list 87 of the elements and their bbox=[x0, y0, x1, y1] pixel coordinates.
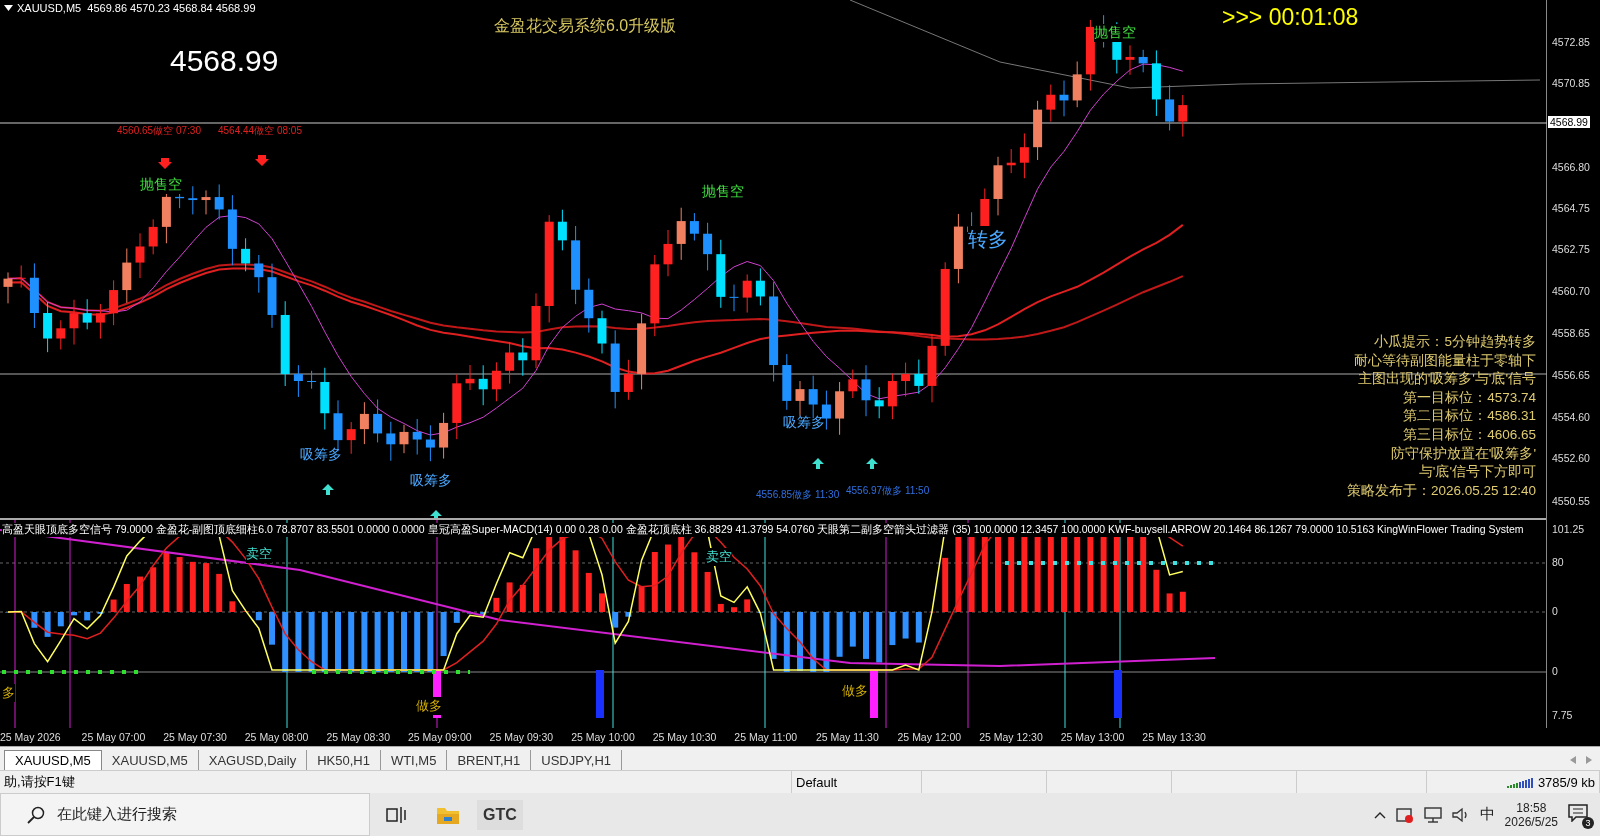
signal-label: 抛售空 bbox=[702, 183, 744, 201]
price-label: 4572.85 bbox=[1552, 36, 1590, 48]
strategy-note: 小瓜提示：5分钟趋势转多 bbox=[1373, 333, 1536, 351]
strategy-note: 第一目标位：4573.74 bbox=[1402, 388, 1536, 407]
signal-label: 4560.65做空 07:30 bbox=[117, 124, 201, 138]
signal-label: 抛售空 bbox=[1094, 24, 1136, 42]
time-label: 25 May 07:30 bbox=[163, 731, 228, 743]
time-label: 25 May 10:00 bbox=[571, 731, 636, 743]
down-arrow-icon bbox=[158, 158, 172, 169]
strategy-note: 策略发布于：2026.05.25 12:40 bbox=[1346, 481, 1536, 500]
time-label: 25 May 11:30 bbox=[815, 731, 880, 743]
last-price: 4568.99 bbox=[170, 44, 279, 78]
price-label: 4558.65 bbox=[1552, 327, 1590, 339]
time-label: 25 May 08:00 bbox=[244, 731, 310, 743]
countdown-timer: >>> 00:01:08 bbox=[1222, 4, 1359, 31]
signal-label: 4556.85做多 11:30 bbox=[756, 488, 840, 502]
up-arrow-icon bbox=[866, 458, 878, 469]
app-taskbar-button[interactable]: GTC bbox=[477, 799, 523, 830]
task-view-icon[interactable] bbox=[386, 805, 406, 824]
symbol-header: XAUUSD,M5 4569.86 4570.23 4568.84 4568.99 bbox=[17, 2, 256, 14]
network-icon[interactable] bbox=[1423, 806, 1442, 823]
price-label: 4562.75 bbox=[1552, 243, 1590, 255]
time-label: 25 May 08:30 bbox=[326, 731, 391, 743]
strategy-note: 第三目标位：4606.65 bbox=[1402, 425, 1536, 444]
time-label: 25 May 12:00 bbox=[897, 731, 963, 743]
profile-name: Default bbox=[796, 774, 838, 790]
price-label: 4556.65 bbox=[1552, 369, 1590, 381]
strategy-note: 与'底'信号下方即可 bbox=[1417, 463, 1536, 482]
search-field[interactable]: 在此键入进行搜索 bbox=[0, 793, 370, 836]
strategy-note: 耐心等待副图能量柱于零轴下 bbox=[1353, 351, 1536, 370]
signal-label: 做多 bbox=[842, 682, 868, 700]
input-method-indicator[interactable]: 中 bbox=[1479, 805, 1495, 824]
signal-label: 4564.44做空 08:05 bbox=[218, 124, 302, 138]
price-label: 4552.60 bbox=[1552, 452, 1590, 464]
signal-label: 做多 bbox=[416, 697, 442, 715]
strategy-note: 主图出现的'吸筹多'与'底'信号 bbox=[1356, 370, 1536, 389]
signal-label: 卖空 bbox=[246, 545, 272, 563]
time-label: 25 May 10:30 bbox=[652, 731, 718, 743]
time-label: 25 May 09:00 bbox=[407, 731, 473, 743]
time-label: 25 May 13:30 bbox=[1142, 731, 1207, 743]
up-arrow-icon bbox=[322, 484, 334, 495]
indicator-scale-label: 80 bbox=[1552, 556, 1564, 568]
signal-label: 吸筹多 bbox=[410, 472, 452, 490]
search-icon bbox=[27, 805, 45, 824]
price-label: 4554.60 bbox=[1552, 411, 1590, 423]
signal-label: 吸筹多 bbox=[300, 446, 342, 464]
taskbar-clock[interactable]: 18:58 2026/5/25 bbox=[1504, 800, 1558, 829]
indicator-scale-label: 101.25 bbox=[1552, 523, 1585, 535]
connection-bars-icon bbox=[1506, 776, 1533, 788]
notification-icon[interactable] bbox=[1568, 804, 1588, 822]
time-label: 25 May 09:30 bbox=[489, 731, 555, 743]
signal-label: 抛售空 bbox=[140, 176, 182, 194]
signal-bar bbox=[596, 670, 604, 718]
indicator-scale-label: 0 bbox=[1552, 605, 1558, 617]
indicator-header: 高盈天眼顶底多空信号 79.0000 金盈花-副图顶底细柱6.0 78.8707 83.5501 0.0000 0.0000 皇冠高盈Super-MACD(14) 0.00 0.28 0.00 金盈花顶底柱 36.8829 41.3799 54.0760 天眼第二副多空箭头过滤器 (35) 100.0000 12.3457 100.0000 KWF-buysell.ARROW 20.1464 86.1267 79.0000 10.5163 KingWinFlower Trading System bbox=[2, 523, 1524, 537]
volume-icon[interactable] bbox=[1451, 806, 1470, 823]
signal-label: 吸筹多 bbox=[783, 414, 825, 432]
traffic-text: 3785/9 kb bbox=[1537, 774, 1595, 790]
signal-label: 4556.97做多 11:50 bbox=[846, 484, 930, 498]
signal-label: 卖空 bbox=[706, 548, 732, 566]
strategy-note: 第二目标位：4586.31 bbox=[1402, 407, 1536, 426]
indicator-scale-label: 0 bbox=[1552, 665, 1558, 677]
help-text: 助,请按F1键 bbox=[4, 773, 75, 791]
indicator-scale-label: 7.75 bbox=[1552, 709, 1573, 721]
price-label: 4564.75 bbox=[1552, 202, 1590, 214]
time-label: 25 May 12:30 bbox=[979, 731, 1044, 743]
strategy-note: 防守保护放置在'吸筹多' bbox=[1389, 444, 1536, 463]
time-label: 25 May 07:00 bbox=[81, 731, 147, 743]
chart-title: 金盈花交易系统6.0升级版 bbox=[494, 16, 677, 36]
dropdown-icon[interactable] bbox=[4, 5, 13, 11]
price-label: 4570.85 bbox=[1552, 77, 1590, 89]
up-arrow-icon bbox=[430, 510, 442, 518]
price-label: 4550.55 bbox=[1552, 495, 1590, 507]
signal-label: 多 bbox=[2, 684, 15, 702]
down-arrow-icon bbox=[255, 155, 269, 166]
notification-count: 3 bbox=[1582, 817, 1594, 829]
caret-up-icon[interactable] bbox=[1373, 810, 1386, 819]
time-label: 25 May 2026 bbox=[0, 731, 62, 743]
up-arrow-icon bbox=[812, 458, 824, 469]
time-label: 25 May 13:00 bbox=[1060, 731, 1126, 743]
time-label: 25 May 11:00 bbox=[734, 731, 799, 743]
signal-bar bbox=[870, 670, 878, 718]
price-label: 4566.80 bbox=[1552, 161, 1590, 173]
chart-tab[interactable]: XAUUSD,M5 bbox=[4, 750, 102, 770]
current-price-label: 4568.99 bbox=[1548, 116, 1590, 128]
signal-bar bbox=[1114, 670, 1122, 718]
price-label: 4560.70 bbox=[1552, 285, 1590, 297]
